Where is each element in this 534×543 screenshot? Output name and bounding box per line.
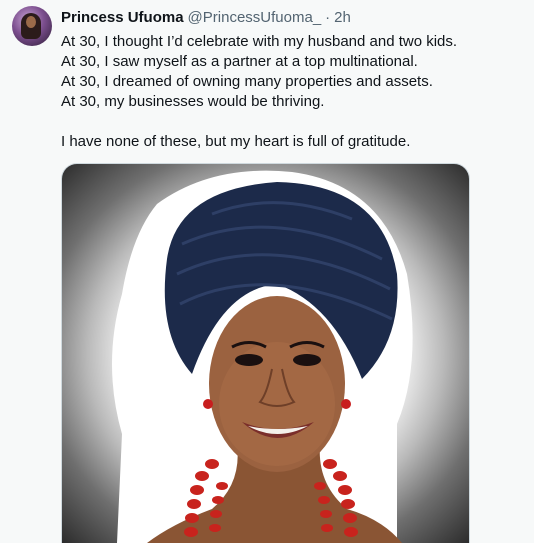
separator-dot: · [325, 9, 331, 26]
portrait-illustration [112, 170, 413, 543]
tweet-line: At 30, I saw myself as a partner at a to… [61, 53, 418, 70]
tweet-photo[interactable] [61, 163, 470, 543]
tweet-header: Princess Ufuoma @PrincessUfuoma_ · 2h [61, 8, 351, 28]
tweet-closing-line: I have none of these, but my heart is fu… [61, 133, 411, 150]
avatar[interactable] [12, 6, 52, 46]
user-handle[interactable]: @PrincessUfuoma_ [188, 8, 322, 28]
tweet-line: At 30, I dreamed of owning many properti… [61, 73, 433, 90]
avatar-face [26, 16, 36, 28]
tweet-line: At 30, my businesses would be thriving. [61, 93, 325, 110]
tweet-text: At 30, I thought I’d celebrate with my h… [61, 32, 521, 152]
timestamp[interactable]: 2h [334, 8, 351, 28]
display-name[interactable]: Princess Ufuoma [61, 8, 184, 28]
tweet-line: At 30, I thought I’d celebrate with my h… [61, 33, 458, 50]
tweet[interactable]: Princess Ufuoma @PrincessUfuoma_ · 2h At… [0, 0, 534, 543]
